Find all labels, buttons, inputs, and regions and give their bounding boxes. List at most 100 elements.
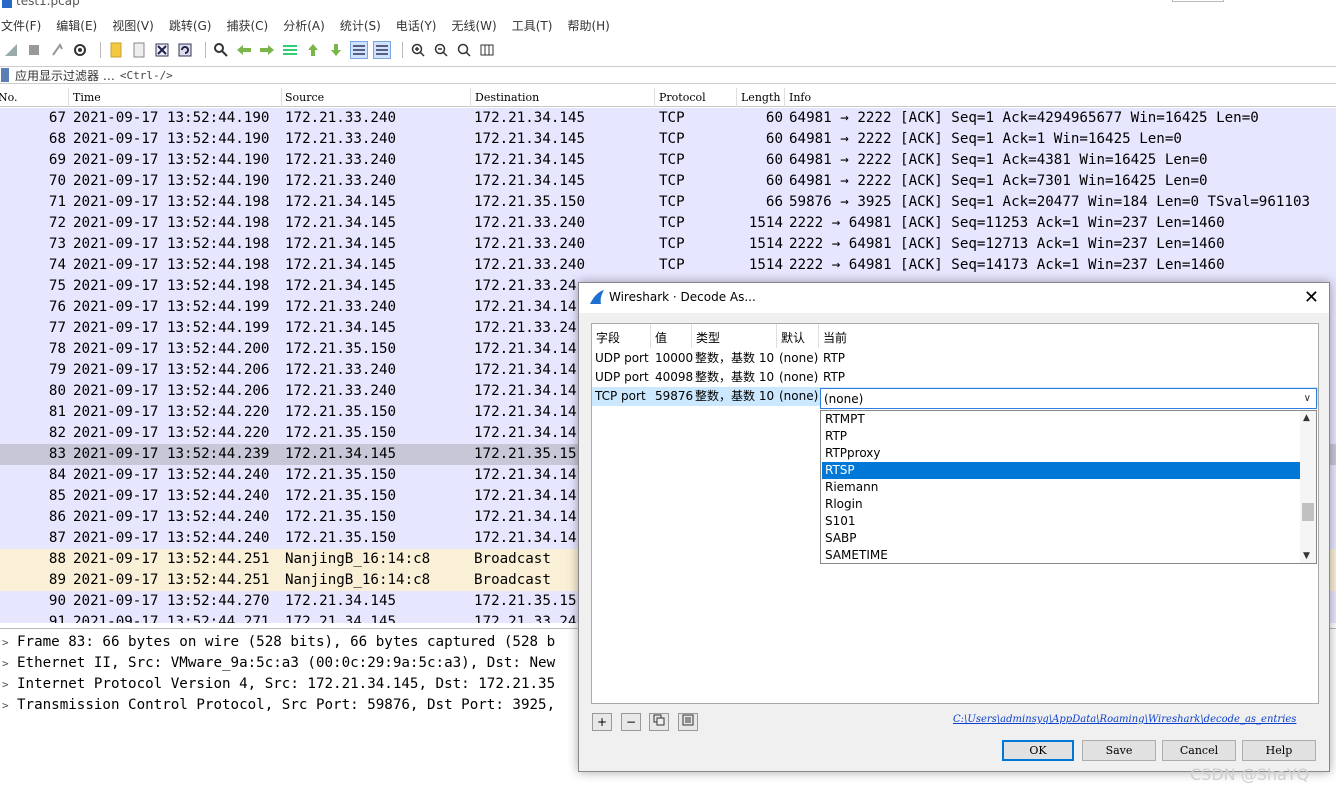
- go-to-packet-icon[interactable]: [281, 41, 299, 59]
- cell-current[interactable]: RTP: [823, 368, 845, 387]
- packet-row[interactable]: 68 2021-09-17 13:52:44.190 172.21.33.240 17…: [0, 129, 1336, 150]
- dropdown-scrollbar[interactable]: ▲ ▼: [1300, 411, 1316, 563]
- remove-entry-button[interactable]: −: [621, 713, 641, 731]
- header-value[interactable]: 值: [655, 329, 667, 346]
- scroll-down-icon[interactable]: ▼: [1303, 551, 1310, 561]
- cancel-button[interactable]: Cancel: [1162, 740, 1236, 761]
- col-protocol[interactable]: Protocol: [659, 91, 706, 104]
- menu-statistics[interactable]: 统计(S): [340, 17, 390, 34]
- clear-entries-button[interactable]: [678, 713, 698, 731]
- expand-arrow-icon[interactable]: >: [2, 653, 9, 674]
- packet-row[interactable]: 70 2021-09-17 13:52:44.190 172.21.33.240 17…: [0, 171, 1336, 192]
- zoom-in-icon[interactable]: [409, 41, 427, 59]
- packet-row[interactable]: 69 2021-09-17 13:52:44.190 172.21.33.240 17…: [0, 150, 1336, 171]
- cell-info: 2222 → 64981 [ACK] Seq=14173 Ack=1 Win=2…: [789, 257, 1225, 273]
- header-current[interactable]: 当前: [823, 329, 847, 346]
- expand-arrow-icon[interactable]: >: [2, 695, 9, 716]
- col-info[interactable]: Info: [789, 91, 811, 104]
- protocol-option[interactable]: S101: [822, 513, 1301, 530]
- display-filter-bar[interactable]: 应用显示过滤器 … <Ctrl-/>: [0, 66, 1336, 84]
- header-type[interactable]: 类型: [696, 329, 720, 346]
- cell-source: 172.21.33.240: [285, 131, 397, 147]
- packet-row[interactable]: 73 2021-09-17 13:52:44.198 172.21.34.145 17…: [0, 234, 1336, 255]
- cell-no: 71: [48, 194, 66, 210]
- scrollbar-thumb[interactable]: [1302, 503, 1314, 521]
- go-forward-icon[interactable]: [258, 41, 276, 59]
- menu-tools[interactable]: 工具(T): [512, 17, 562, 34]
- restart-capture-icon[interactable]: [48, 41, 66, 59]
- menu-analyze[interactable]: 分析(A): [283, 17, 334, 34]
- ok-button[interactable]: OK: [1002, 740, 1074, 761]
- cell-time: 2021-09-17 13:52:44.240: [73, 488, 270, 504]
- first-packet-icon[interactable]: [304, 41, 322, 59]
- expand-arrow-icon[interactable]: >: [2, 674, 9, 695]
- header-default[interactable]: 默认: [781, 329, 805, 346]
- protocol-dropdown-list[interactable]: RTMPT RTP RTPproxy RTSP Riemann Rlogin S…: [820, 410, 1317, 564]
- packet-row[interactable]: 71 2021-09-17 13:52:44.198 172.21.34.145 17…: [0, 192, 1336, 213]
- protocol-option-selected[interactable]: RTSP: [822, 462, 1301, 479]
- current-protocol-combobox[interactable]: (none) ∨: [820, 388, 1317, 409]
- stop-capture-icon[interactable]: [25, 41, 43, 59]
- go-back-icon[interactable]: [235, 41, 253, 59]
- help-button[interactable]: Help: [1242, 740, 1316, 761]
- col-no[interactable]: No.: [0, 91, 18, 104]
- close-file-icon[interactable]: [153, 41, 171, 59]
- save-button[interactable]: Save: [1082, 740, 1156, 761]
- packet-row[interactable]: 74 2021-09-17 13:52:44.198 172.21.34.145 17…: [0, 255, 1336, 276]
- dialog-title: Wireshark · Decode As...: [609, 290, 756, 304]
- add-entry-button[interactable]: +: [592, 713, 612, 731]
- last-packet-icon[interactable]: [327, 41, 345, 59]
- expand-arrow-icon[interactable]: >: [2, 632, 9, 653]
- protocol-option[interactable]: Riemann: [822, 479, 1301, 496]
- protocol-option[interactable]: RTP: [822, 428, 1301, 445]
- decode-as-entries-path-link[interactable]: C:\Users\adminsyq\AppData\Roaming\Wiresh…: [953, 714, 1296, 725]
- start-capture-icon[interactable]: [2, 41, 20, 59]
- colorize-icon[interactable]: [373, 41, 391, 59]
- column-divider: [654, 88, 655, 107]
- protocol-option[interactable]: SABP: [822, 530, 1301, 547]
- menu-go[interactable]: 跳转(G): [169, 17, 221, 34]
- save-file-icon[interactable]: [130, 41, 148, 59]
- cell-no: 82: [48, 425, 66, 441]
- cell-no: 67: [48, 110, 66, 126]
- protocol-option[interactable]: Rlogin: [822, 496, 1301, 513]
- cell-destination: 172.21.33.240: [474, 215, 586, 231]
- menu-wireless[interactable]: 无线(W): [452, 17, 506, 34]
- cell-source: 172.21.33.240: [285, 362, 397, 378]
- menu-file[interactable]: 文件(F): [1, 17, 50, 34]
- bookmark-icon[interactable]: [1, 68, 9, 82]
- close-icon[interactable]: ✕: [1304, 287, 1319, 308]
- menu-view[interactable]: 视图(V): [112, 17, 163, 34]
- menu-capture[interactable]: 捕获(C): [226, 17, 277, 34]
- decode-row[interactable]: UDP port 40098 整数，基数 10 (none) RTP: [592, 368, 1318, 387]
- minimize-button[interactable]: [1172, 0, 1224, 2]
- auto-scroll-icon[interactable]: [350, 41, 368, 59]
- packet-row[interactable]: 72 2021-09-17 13:52:44.198 172.21.34.145 17…: [0, 213, 1336, 234]
- protocol-option[interactable]: RTPproxy: [822, 445, 1301, 462]
- col-source[interactable]: Source: [285, 91, 324, 104]
- reload-file-icon[interactable]: [176, 41, 194, 59]
- protocol-option[interactable]: RTMPT: [822, 411, 1301, 428]
- zoom-out-icon[interactable]: [432, 41, 450, 59]
- menu-help[interactable]: 帮助(H): [567, 17, 618, 34]
- cell-current[interactable]: RTP: [823, 349, 845, 368]
- protocol-option[interactable]: SAMETIME: [822, 547, 1301, 564]
- cell-time: 2021-09-17 13:52:44.190: [73, 152, 270, 168]
- resize-columns-icon[interactable]: [478, 41, 496, 59]
- decode-row[interactable]: UDP port 10000 整数，基数 10 (none) RTP: [592, 349, 1318, 368]
- packet-row[interactable]: 67 2021-09-17 13:52:44.190 172.21.33.240 17…: [0, 108, 1336, 129]
- scroll-up-icon[interactable]: ▲: [1303, 413, 1310, 423]
- header-field[interactable]: 字段: [596, 329, 620, 346]
- find-packet-icon[interactable]: [212, 41, 230, 59]
- col-length[interactable]: Length: [741, 91, 780, 104]
- col-destination[interactable]: Destination: [475, 91, 539, 104]
- chevron-down-icon[interactable]: ∨: [1304, 389, 1311, 408]
- menu-telephony[interactable]: 电话(Y): [396, 17, 446, 34]
- open-file-icon[interactable]: [107, 41, 125, 59]
- normal-size-icon[interactable]: [455, 41, 473, 59]
- col-time[interactable]: Time: [73, 91, 101, 104]
- menu-edit[interactable]: 编辑(E): [56, 17, 106, 34]
- copy-entry-button[interactable]: [649, 713, 669, 731]
- capture-options-icon[interactable]: [71, 41, 89, 59]
- cell-source: 172.21.35.150: [285, 404, 397, 420]
